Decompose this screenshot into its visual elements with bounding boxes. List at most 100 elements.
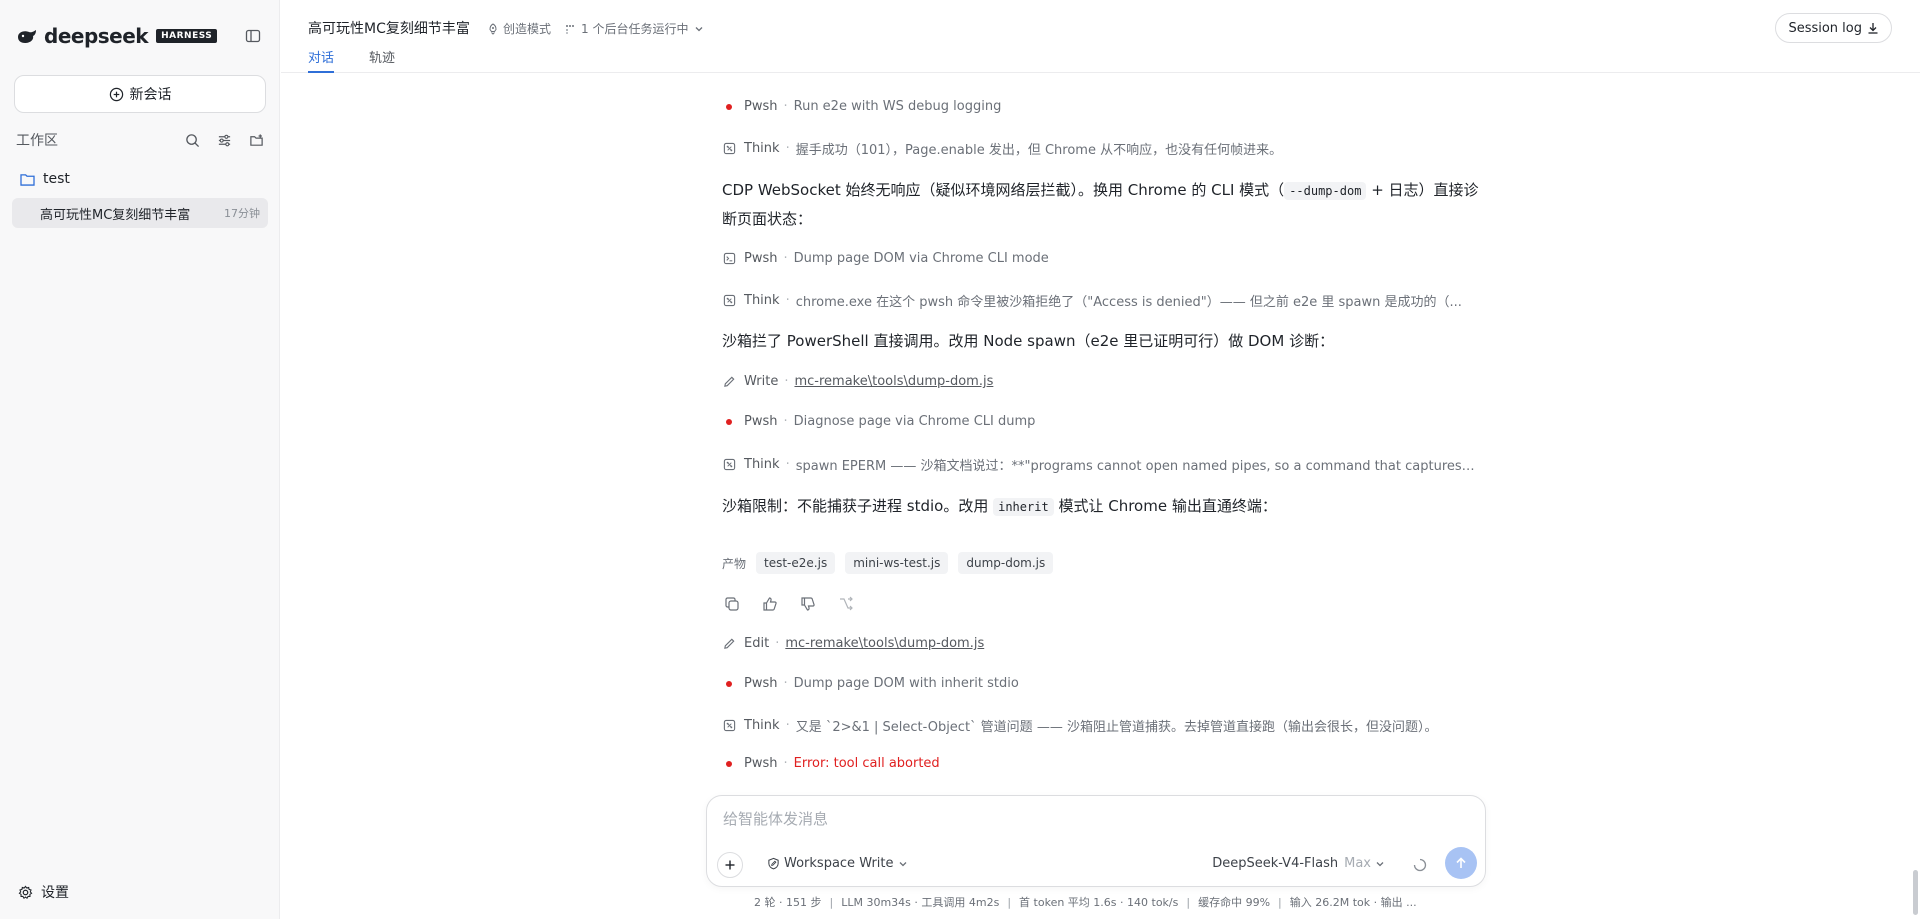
brain-icon xyxy=(722,719,736,733)
tool-name: Think xyxy=(744,141,780,156)
loader-dots-icon xyxy=(566,24,574,34)
top-header: 高可玩性MC复刻细节丰富 创造模式 1 个后台任务运行中 Session log… xyxy=(281,0,1920,73)
settings-label: 设置 xyxy=(41,885,69,901)
chevron-down-icon xyxy=(899,861,906,866)
tab-chat[interactable]: 对话 xyxy=(308,47,335,73)
error-message: Error: tool call aborted xyxy=(793,756,940,771)
session-item[interactable]: 高可玩性MC复刻细节丰富 17分钟 xyxy=(12,198,268,228)
session-time: 17分钟 xyxy=(224,207,260,220)
search-icon[interactable] xyxy=(183,131,201,149)
file-link[interactable]: mc-remake\tools\dump-dom.js xyxy=(794,374,993,389)
separator: · xyxy=(785,141,790,156)
session-log-label: Session log xyxy=(1788,20,1862,36)
brain-icon xyxy=(722,458,736,472)
workspace-label: 工作区 xyxy=(16,133,58,149)
tool-name: Write xyxy=(744,374,779,389)
message-actions xyxy=(722,594,856,614)
separator: · xyxy=(783,99,788,114)
scrollbar-thumb[interactable] xyxy=(1913,870,1918,915)
tool-description: Run e2e with WS debug logging xyxy=(793,99,1002,114)
thumbs-down-icon[interactable] xyxy=(798,594,818,614)
assistant-message: CDP WebSocket 始终无响应（疑似环境网络层拦截）。换用 Chrome… xyxy=(722,176,1482,233)
thumbs-up-icon[interactable] xyxy=(760,594,780,614)
status-divider: | xyxy=(1278,896,1282,909)
think-line[interactable]: Think · 握手成功（101），Page.enable 发出，但 Chrom… xyxy=(722,139,1282,158)
filter-icon[interactable] xyxy=(215,131,233,149)
new-chat-button[interactable]: 新会话 xyxy=(14,75,266,113)
branch-icon[interactable] xyxy=(836,594,856,614)
tool-call-line[interactable]: Pwsh · Error: tool call aborted xyxy=(722,756,940,771)
spinner-icon xyxy=(1413,858,1427,872)
separator: · xyxy=(784,374,789,389)
tool-description: Diagnose page via Chrome CLI dump xyxy=(793,414,1036,429)
workspace-mode-label: Workspace Write xyxy=(784,856,894,871)
artifact-chip[interactable]: dump-dom.js xyxy=(958,552,1054,574)
separator: · xyxy=(785,718,790,733)
shield-edit-icon xyxy=(768,857,779,870)
message-text: 沙箱限制：不能捕获子进程 stdio。改用 xyxy=(722,497,994,515)
inline-code: --dump-dom xyxy=(1284,182,1367,200)
artifacts-label: 产物 xyxy=(722,556,747,571)
tool-call-line[interactable]: Write · mc-remake\tools\dump-dom.js xyxy=(722,374,993,389)
send-button[interactable] xyxy=(1445,847,1477,879)
separator: · xyxy=(785,293,790,308)
status-divider: | xyxy=(829,896,834,909)
session-title: 高可玩性MC复刻细节丰富 xyxy=(40,207,191,223)
session-log-button[interactable]: Session log xyxy=(1775,13,1892,43)
tool-description: Dump page DOM with inherit stdio xyxy=(793,676,1019,691)
separator: · xyxy=(785,457,790,472)
new-folder-icon[interactable] xyxy=(247,131,265,149)
folder-name: test xyxy=(43,171,70,187)
plus-circle-icon xyxy=(109,87,123,101)
mode-indicator: 创造模式 xyxy=(487,20,551,37)
think-line[interactable]: Think · 又是 `2>&1 | Select-Object` 管道问题 —… xyxy=(722,716,1437,735)
think-line[interactable]: Think · spawn EPERM —— 沙箱文档说过：**"program… xyxy=(722,455,1476,474)
workspace-mode-dropdown[interactable]: Workspace Write xyxy=(767,856,912,871)
artifacts-row: 产物 test-e2e.js mini-ws-test.js dump-dom.… xyxy=(722,552,1063,574)
terminal-icon xyxy=(722,252,736,266)
assistant-message: 沙箱限制：不能捕获子进程 stdio。改用 inherit 模式让 Chrome… xyxy=(722,492,1482,521)
download-icon xyxy=(1868,23,1878,34)
settings-button[interactable]: 设置 xyxy=(18,882,69,902)
background-tasks-dropdown[interactable]: 1 个后台任务运行中 xyxy=(565,20,704,37)
brain-icon xyxy=(722,142,736,156)
status-divider: | xyxy=(1186,896,1191,909)
tool-name: Pwsh xyxy=(744,251,778,266)
tool-name: Pwsh xyxy=(744,99,778,114)
status-divider: | xyxy=(1007,896,1012,909)
arrow-up-icon xyxy=(1456,857,1466,868)
tool-call-line[interactable]: Edit · mc-remake\tools\dump-dom.js xyxy=(722,636,984,651)
gear-icon xyxy=(18,885,33,899)
tool-call-line[interactable]: Pwsh · Dump page DOM via Chrome CLI mode xyxy=(722,251,1049,266)
inline-code: inherit xyxy=(993,498,1054,516)
message-input[interactable] xyxy=(723,810,1463,828)
brain-icon xyxy=(722,294,736,308)
think-line[interactable]: Think · chrome.exe 在这个 pwsh 命令里被沙箱拒绝了（"A… xyxy=(722,291,1462,310)
artifact-chip[interactable]: mini-ws-test.js xyxy=(845,552,949,574)
tool-name: Think xyxy=(744,293,780,308)
new-chat-label: 新会话 xyxy=(129,87,172,103)
tool-name: Think xyxy=(744,457,780,472)
page-title: 高可玩性MC复刻细节丰富 xyxy=(308,21,470,37)
folder-icon xyxy=(20,173,35,186)
tool-description: Dump page DOM via Chrome CLI mode xyxy=(793,251,1049,266)
message-text: 模式让 Chrome 输出直通终端： xyxy=(1053,497,1277,515)
tool-call-line[interactable]: Pwsh · Run e2e with WS debug logging xyxy=(722,99,1001,114)
folder-test[interactable]: test xyxy=(20,168,70,190)
tab-trace[interactable]: 轨迹 xyxy=(369,47,395,73)
attach-button[interactable] xyxy=(717,852,743,878)
separator: · xyxy=(783,756,788,771)
composer: Workspace Write DeepSeek-V4-Flash Max xyxy=(706,795,1486,887)
harness-badge: HARNESS xyxy=(156,29,218,43)
file-link[interactable]: mc-remake\tools\dump-dom.js xyxy=(785,636,984,651)
copy-icon[interactable] xyxy=(722,594,742,614)
assistant-message: 沙箱拦了 PowerShell 直接调用。改用 Node spawn（e2e 里… xyxy=(722,327,1482,355)
artifact-chip[interactable]: test-e2e.js xyxy=(756,552,836,574)
effort-level: Max xyxy=(1344,856,1371,871)
tool-call-line[interactable]: Pwsh · Diagnose page via Chrome CLI dump xyxy=(722,414,1035,429)
model-selector[interactable]: DeepSeek-V4-Flash Max xyxy=(1212,856,1385,871)
tool-call-line[interactable]: Pwsh · Dump page DOM with inherit stdio xyxy=(722,676,1019,691)
status-cache: 缓存命中 99% xyxy=(1198,896,1271,909)
sidebar-toggle-icon[interactable] xyxy=(243,26,263,46)
chevron-down-icon xyxy=(1376,861,1384,866)
